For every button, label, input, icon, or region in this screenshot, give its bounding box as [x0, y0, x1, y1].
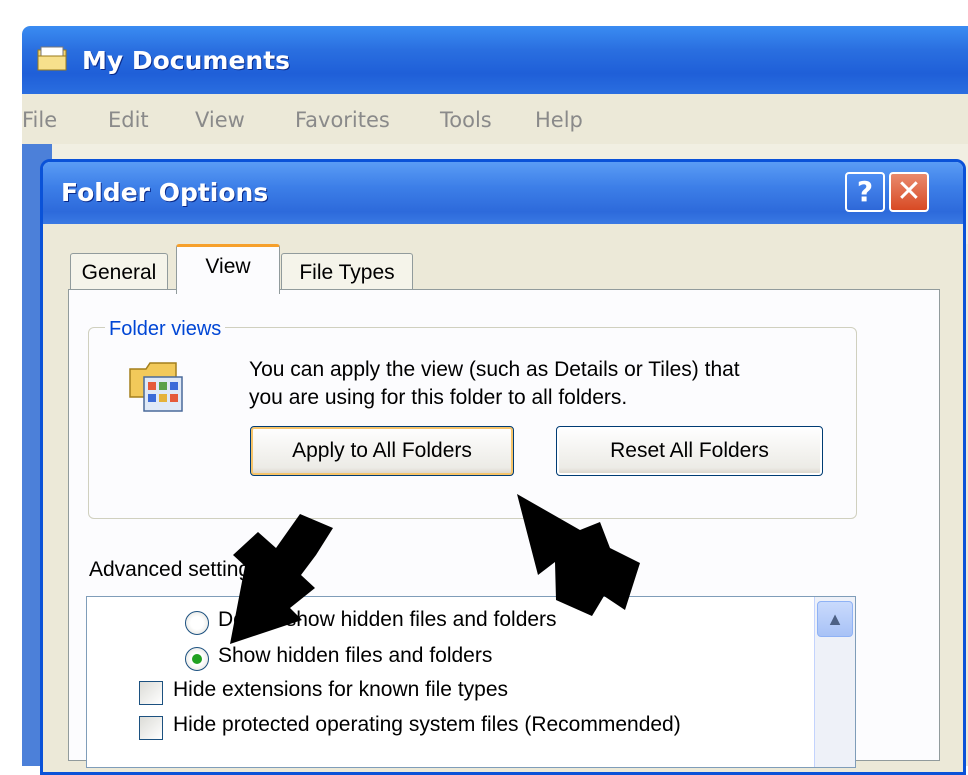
apply-to-all-folders-button[interactable]: Apply to All Folders: [250, 426, 514, 476]
menu-help[interactable]: Help: [535, 108, 583, 132]
list-item-label: Do not show hidden files and folders: [218, 608, 557, 631]
tab-general[interactable]: General: [70, 253, 168, 291]
radio-show-hidden[interactable]: [185, 647, 209, 671]
tab-view[interactable]: View: [176, 244, 280, 294]
tab-file-types[interactable]: File Types: [281, 253, 413, 291]
tab-general-label: General: [81, 261, 157, 284]
tab-view-label: View: [205, 255, 251, 278]
menu-bar: File Edit View Favorites Tools Help: [22, 94, 968, 145]
folder-window-icon: [37, 46, 67, 71]
window-title: My Documents: [82, 46, 291, 75]
list-item-label: Hide protected operating system files (R…: [173, 713, 681, 736]
menu-view[interactable]: View: [195, 108, 245, 132]
tab-file-types-label: File Types: [299, 261, 395, 284]
folder-views-icon: [129, 362, 183, 412]
outer-titlebar[interactable]: My Documents: [22, 26, 968, 94]
folder-views-description-1: You can apply the view (such as Details …: [249, 358, 740, 381]
chevron-up-icon[interactable]: ▲: [817, 601, 853, 637]
folder-views-group: [88, 327, 857, 519]
close-button[interactable]: ✕: [889, 172, 929, 212]
reset-all-folders-button[interactable]: Reset All Folders: [556, 426, 823, 476]
folder-views-title: Folder views: [105, 318, 226, 341]
list-item-label: Show hidden files and folders: [218, 644, 493, 667]
radio-selected-dot: [192, 654, 202, 664]
list-item-label: Hide extensions for known file types: [173, 678, 509, 701]
advanced-settings-list[interactable]: Do not show hidden files and folders Sho…: [86, 596, 856, 768]
dialog-titlebar[interactable]: Folder Options ? ✕: [43, 162, 963, 224]
checkbox-hide-extensions[interactable]: [139, 681, 163, 705]
menu-tools[interactable]: Tools: [440, 108, 492, 132]
advanced-settings-label: Advanced settings:: [89, 558, 267, 581]
help-button[interactable]: ?: [845, 172, 885, 212]
view-tab-panel: Folder views You can apply the view (suc…: [68, 289, 940, 768]
list-scrollbar[interactable]: ▲: [814, 597, 855, 767]
folder-views-description-2: you are using for this folder to all fol…: [249, 386, 628, 409]
menu-favorites[interactable]: Favorites: [295, 108, 390, 132]
menu-file[interactable]: File: [22, 108, 57, 132]
checkbox-hide-protected-files[interactable]: [139, 716, 163, 740]
radio-do-not-show-hidden[interactable]: [185, 611, 209, 635]
dialog-title: Folder Options: [61, 178, 269, 207]
menu-edit[interactable]: Edit: [108, 108, 149, 132]
folder-options-dialog: Folder Options ? ✕ General View File Typ…: [40, 159, 966, 775]
